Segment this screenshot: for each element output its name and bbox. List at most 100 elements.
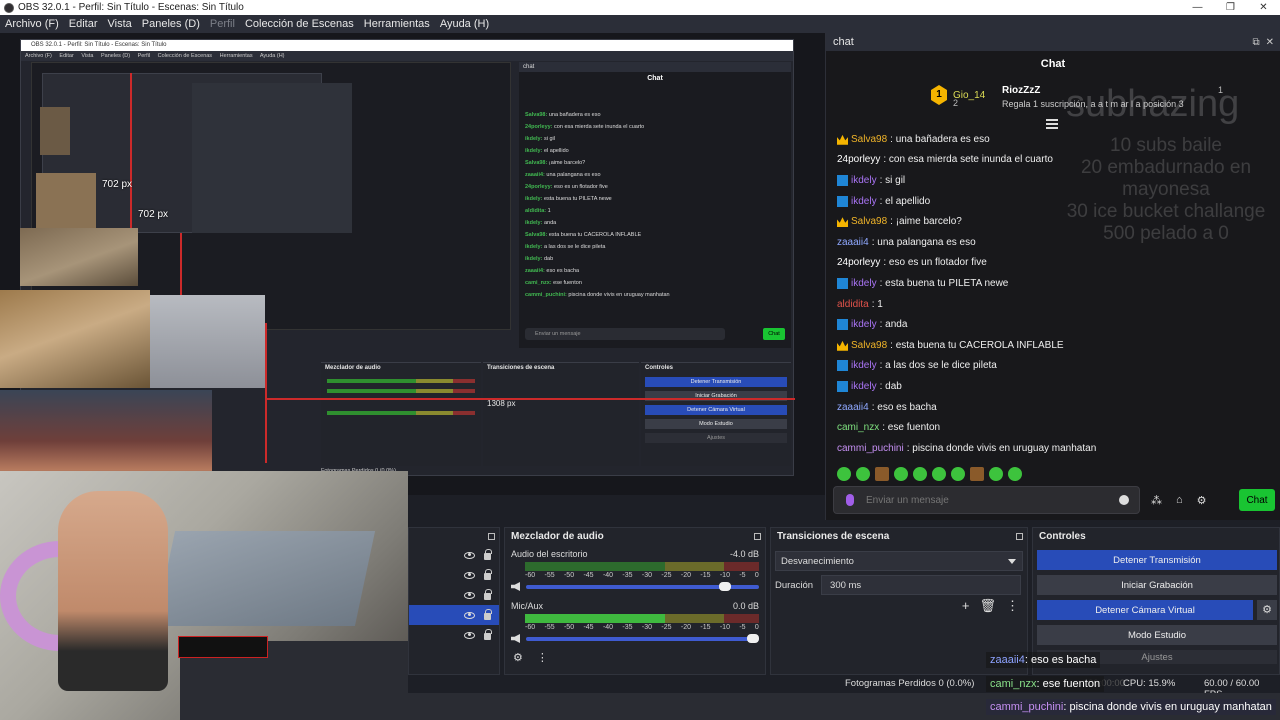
close-dock-icon[interactable]: ✕ <box>1266 37 1274 48</box>
chat-username[interactable]: Salva98 <box>851 134 887 145</box>
sources-header <box>409 528 499 545</box>
source-row-selected[interactable] <box>409 605 499 625</box>
eye-icon[interactable] <box>464 591 475 599</box>
emote-icon[interactable] <box>1008 467 1022 481</box>
popout-icon[interactable]: ⧉ <box>1252 37 1259 48</box>
store-icon[interactable]: ⌂ <box>1176 494 1183 507</box>
scene-preview[interactable]: OBS 32.0.1 - Perfil: Sin Título - Escena… <box>0 33 825 495</box>
nested-chat-line: aldidita: 1 <box>525 208 551 214</box>
emote-icon[interactable] <box>875 467 889 481</box>
chat-message: ikdely: a las dos se le dice pileta <box>837 356 1277 377</box>
leaderboard-pinned[interactable]: 1 Gio_14 2 RiozZzZ Regala 1 suscripción,… <box>931 85 1223 115</box>
close-button[interactable]: ✕ <box>1247 2 1280 13</box>
stop-stream-button[interactable]: Detener Transmisión <box>1037 550 1277 570</box>
chat-username[interactable]: 24porleyy <box>837 257 880 268</box>
menu-coleccion-escenas[interactable]: Colección de Escenas <box>240 18 359 30</box>
chat-username[interactable]: zaaaii4 <box>837 237 869 248</box>
chat-username[interactable]: Salva98 <box>851 216 887 227</box>
chat-username[interactable]: ikdely <box>851 196 877 207</box>
lock-icon[interactable] <box>484 569 492 580</box>
menu-perfil[interactable]: Perfil <box>205 18 240 30</box>
chat-username[interactable]: ikdely <box>851 175 877 186</box>
advanced-audio-icon[interactable]: ⚙ <box>513 651 523 664</box>
popout-icon[interactable] <box>488 533 495 540</box>
popout-icon[interactable] <box>754 533 761 540</box>
badges-icon[interactable]: ⁂ <box>1151 494 1162 507</box>
menu-herramientas[interactable]: Herramientas <box>359 18 435 30</box>
volume-slider[interactable] <box>526 633 759 643</box>
menu-paneles[interactable]: Paneles (D) <box>137 18 205 30</box>
chat-username[interactable]: ikdely <box>851 381 877 392</box>
chat-input-box[interactable] <box>833 486 1140 514</box>
selection-guide-line <box>265 323 267 463</box>
nested-chat-line: ikdely: anda <box>525 220 557 226</box>
source-row[interactable] <box>409 545 499 565</box>
chat-username[interactable]: aldidita <box>837 299 869 310</box>
nested-chat-header: chat <box>519 62 791 72</box>
emote-icon[interactable] <box>894 467 908 481</box>
source-row[interactable] <box>409 585 499 605</box>
eye-icon[interactable] <box>464 551 475 559</box>
source-row[interactable] <box>409 565 499 585</box>
kebab-menu-icon[interactable]: ⋮ <box>1006 598 1019 614</box>
trash-icon[interactable]: 🗑 <box>979 598 996 614</box>
emote-icon[interactable] <box>951 467 965 481</box>
nested-menu-item: Paneles (D) <box>101 53 131 59</box>
chat-username[interactable]: zaaaii4 <box>837 402 869 413</box>
chat-username[interactable]: cami_nzx <box>837 422 879 433</box>
volume-knob[interactable] <box>747 633 759 643</box>
size-label: 702 px <box>138 209 169 220</box>
emote-icon[interactable] <box>837 467 851 481</box>
nested-chat-line: cammi_puchini: piscina donde vivis en ur… <box>525 292 670 298</box>
window-title: OBS 32.0.1 - Perfil: Sin Título - Escena… <box>18 2 244 13</box>
nested-chat-messages: Salva98: una bañadera es eso 24porleyy: … <box>519 112 791 298</box>
emoji-icon[interactable] <box>1119 495 1129 505</box>
chat-input[interactable] <box>866 494 1106 506</box>
chat-username[interactable]: cammi_puchini <box>837 443 904 454</box>
start-recording-button[interactable]: Iniciar Grabación <box>1037 575 1277 595</box>
kebab-menu-icon[interactable]: ⋮ <box>537 651 548 664</box>
menu-vista[interactable]: Vista <box>103 18 137 30</box>
emote-icon[interactable] <box>913 467 927 481</box>
eye-icon[interactable] <box>464 611 475 619</box>
speaker-icon[interactable] <box>511 634 520 643</box>
emote-icon[interactable] <box>856 467 870 481</box>
menu-editar[interactable]: Editar <box>64 18 103 30</box>
chat-username[interactable]: 24porleyy <box>837 154 880 165</box>
eye-icon[interactable] <box>464 571 475 579</box>
menu-archivo[interactable]: Archivo (F) <box>0 18 64 30</box>
menu-ayuda[interactable]: Ayuda (H) <box>435 18 494 30</box>
chat-dock-title: chat <box>833 36 854 48</box>
chat-username[interactable]: ikdely <box>851 319 877 330</box>
emote-icon[interactable] <box>989 467 1003 481</box>
settings-gear-icon[interactable]: ⚙ <box>1197 494 1207 507</box>
chat-username[interactable]: ikdely <box>851 278 877 289</box>
studio-mode-button[interactable]: Modo Estudio <box>1037 625 1277 645</box>
lock-icon[interactable] <box>484 629 492 640</box>
emote-icon[interactable] <box>932 467 946 481</box>
duration-input[interactable] <box>821 575 1022 595</box>
transition-select[interactable]: Desvanecimiento <box>775 551 1023 571</box>
gear-icon[interactable]: ⚙ <box>1257 600 1277 620</box>
emote-icon[interactable] <box>970 467 984 481</box>
maximize-button[interactable]: ❐ <box>1214 2 1247 13</box>
chat-message: Salva98: una bañadera es eso <box>837 129 1277 150</box>
chat-username[interactable]: ikdely <box>851 360 877 371</box>
chat-username[interactable]: Salva98 <box>851 340 887 351</box>
popout-icon[interactable] <box>1016 533 1023 540</box>
lock-icon[interactable] <box>484 589 492 600</box>
volume-slider[interactable] <box>526 581 759 591</box>
lock-icon[interactable] <box>484 609 492 620</box>
source-row[interactable] <box>409 625 499 645</box>
eye-icon[interactable] <box>464 631 475 639</box>
stop-virtual-camera-button[interactable]: Detener Cámara Virtual <box>1037 600 1253 620</box>
chat-send-button[interactable]: Chat <box>1239 489 1275 511</box>
mic-icon[interactable] <box>846 494 854 506</box>
volume-knob[interactable] <box>719 581 732 591</box>
speaker-icon[interactable] <box>511 582 520 591</box>
minimize-button[interactable]: — <box>1181 2 1214 13</box>
lock-icon[interactable] <box>484 549 492 560</box>
add-icon[interactable]: + <box>962 598 970 614</box>
expand-menu-icon[interactable] <box>1046 119 1058 129</box>
audio-mixer-dock: Mezclador de audio Audio del escritorio -… <box>504 527 766 675</box>
